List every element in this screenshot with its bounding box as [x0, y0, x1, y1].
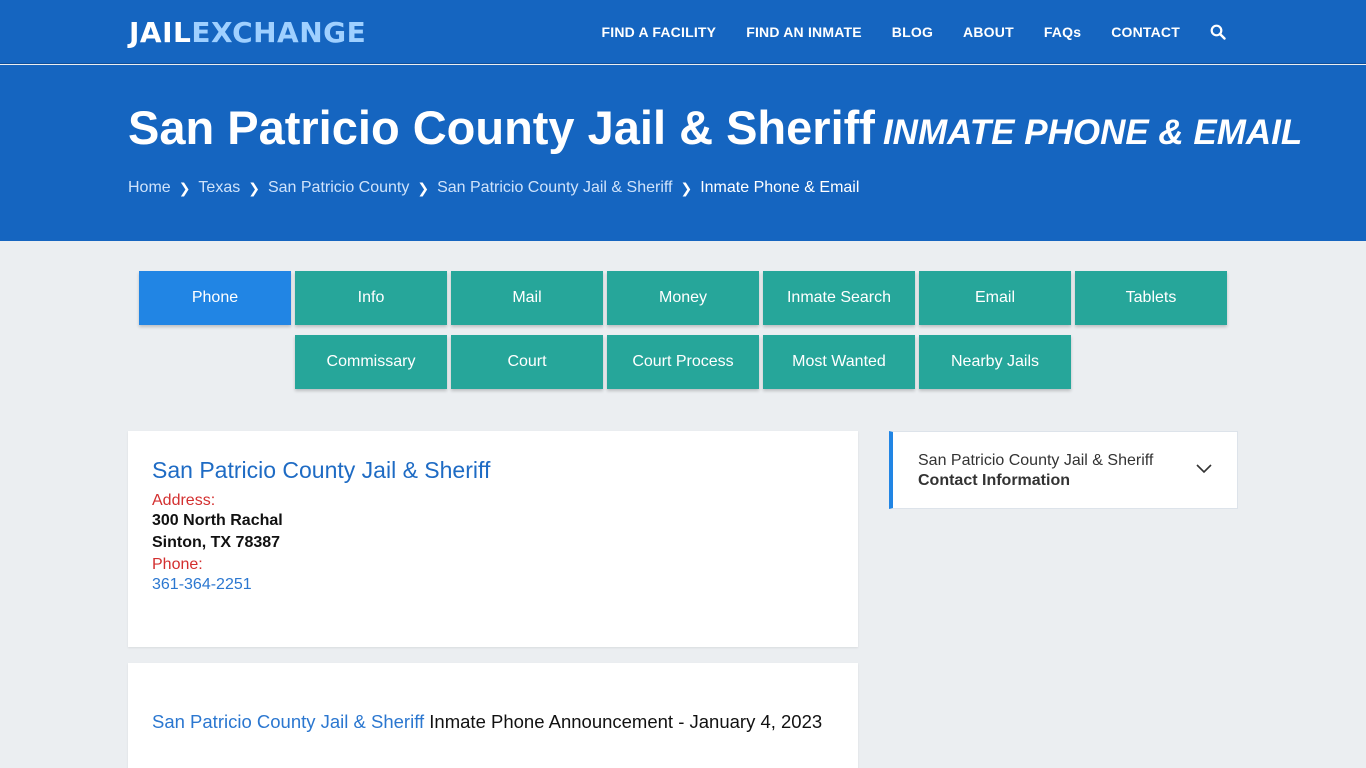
page-title-subtitle: INMATE PHONE & EMAIL [882, 113, 1303, 152]
chevron-right-icon: ❯ [178, 179, 191, 196]
logo-text-jail: JAIL [129, 16, 192, 49]
announcement-card: San Patricio County Jail & Sheriff Inmat… [128, 663, 858, 768]
chevron-right-icon: ❯ [248, 179, 260, 196]
tab-info[interactable]: Info [295, 271, 447, 325]
tab-court[interactable]: Court [451, 335, 603, 389]
tab-nearby-jails[interactable]: Nearby Jails [919, 335, 1071, 389]
contact-info-accordion[interactable]: San Patricio County Jail & Sheriff Conta… [889, 431, 1238, 509]
breadcrumb-state[interactable]: Texas [198, 179, 240, 197]
tab-inmate-search[interactable]: Inmate Search [763, 271, 915, 325]
tab-tablets[interactable]: Tablets [1075, 271, 1227, 325]
breadcrumb-home[interactable]: Home [128, 179, 171, 197]
search-icon[interactable] [1210, 24, 1226, 40]
site-logo[interactable]: JAILEXCHANGE [129, 16, 366, 49]
nav-blog[interactable]: BLOG [892, 24, 933, 40]
announcement-facility-link[interactable]: San Patricio County Jail & Sheriff [152, 711, 424, 732]
nav-contact[interactable]: CONTACT [1111, 24, 1180, 40]
main-nav: FIND A FACILITY FIND AN INMATE BLOG ABOU… [571, 0, 1226, 64]
tab-money[interactable]: Money [607, 271, 759, 325]
tab-most-wanted[interactable]: Most Wanted [763, 335, 915, 389]
chevron-right-icon: ❯ [680, 179, 693, 196]
tab-commissary[interactable]: Commissary [295, 335, 447, 389]
facility-info-card: San Patricio County Jail & Sheriff Addre… [128, 431, 858, 647]
nav-find-inmate[interactable]: FIND AN INMATE [746, 24, 862, 40]
address-label: Address: [152, 492, 216, 509]
tab-email[interactable]: Email [919, 271, 1071, 325]
nav-faqs[interactable]: FAQs [1044, 24, 1081, 40]
tab-phone[interactable]: Phone [139, 271, 291, 325]
page-hero: San Patricio County Jail & Sheriff INMATE… [0, 65, 1366, 241]
top-navbar: JAILEXCHANGE FIND A FACILITY FIND AN INM… [0, 0, 1366, 64]
breadcrumb-current: Inmate Phone & Email [700, 179, 860, 196]
tab-court-process[interactable]: Court Process [607, 335, 759, 389]
page-title: San Patricio County Jail & Sheriff INMATE… [128, 100, 1302, 155]
phone-label: Phone: [152, 556, 203, 573]
section-tabs: Phone Info Mail Money Inmate Search Emai… [0, 271, 1366, 399]
tab-row-2: Commissary Court Court Process Most Want… [0, 335, 1366, 389]
breadcrumb-facility[interactable]: San Patricio County Jail & Sheriff [437, 179, 672, 197]
logo-text-exchange: EXCHANGE [191, 16, 367, 49]
address-line-1: 300 North Rachal [152, 512, 283, 529]
tab-row-1: Phone Info Mail Money Inmate Search Emai… [0, 271, 1366, 325]
chevron-right-icon: ❯ [417, 179, 430, 196]
announcement-heading: San Patricio County Jail & Sheriff Inmat… [152, 711, 834, 733]
facility-name-link[interactable]: San Patricio County Jail & Sheriff [152, 457, 834, 484]
accordion-title: Contact Information [918, 472, 1070, 489]
tab-mail[interactable]: Mail [451, 271, 603, 325]
page-title-main: San Patricio County Jail & Sheriff [128, 101, 875, 154]
accordion-facility-name: San Patricio County Jail & Sheriff [918, 452, 1154, 469]
address-line-2: Sinton, TX 78387 [152, 534, 281, 551]
nav-find-facility[interactable]: FIND A FACILITY [601, 24, 716, 40]
chevron-down-icon[interactable] [1195, 460, 1213, 478]
breadcrumb: Home ❯ Texas ❯ San Patricio County ❯ San… [128, 179, 859, 197]
nav-about[interactable]: ABOUT [963, 24, 1014, 40]
breadcrumb-county[interactable]: San Patricio County [268, 179, 409, 197]
phone-link[interactable]: 361-364-2251 [152, 576, 834, 594]
announcement-text: Inmate Phone Announcement - January 4, 2… [424, 711, 823, 732]
